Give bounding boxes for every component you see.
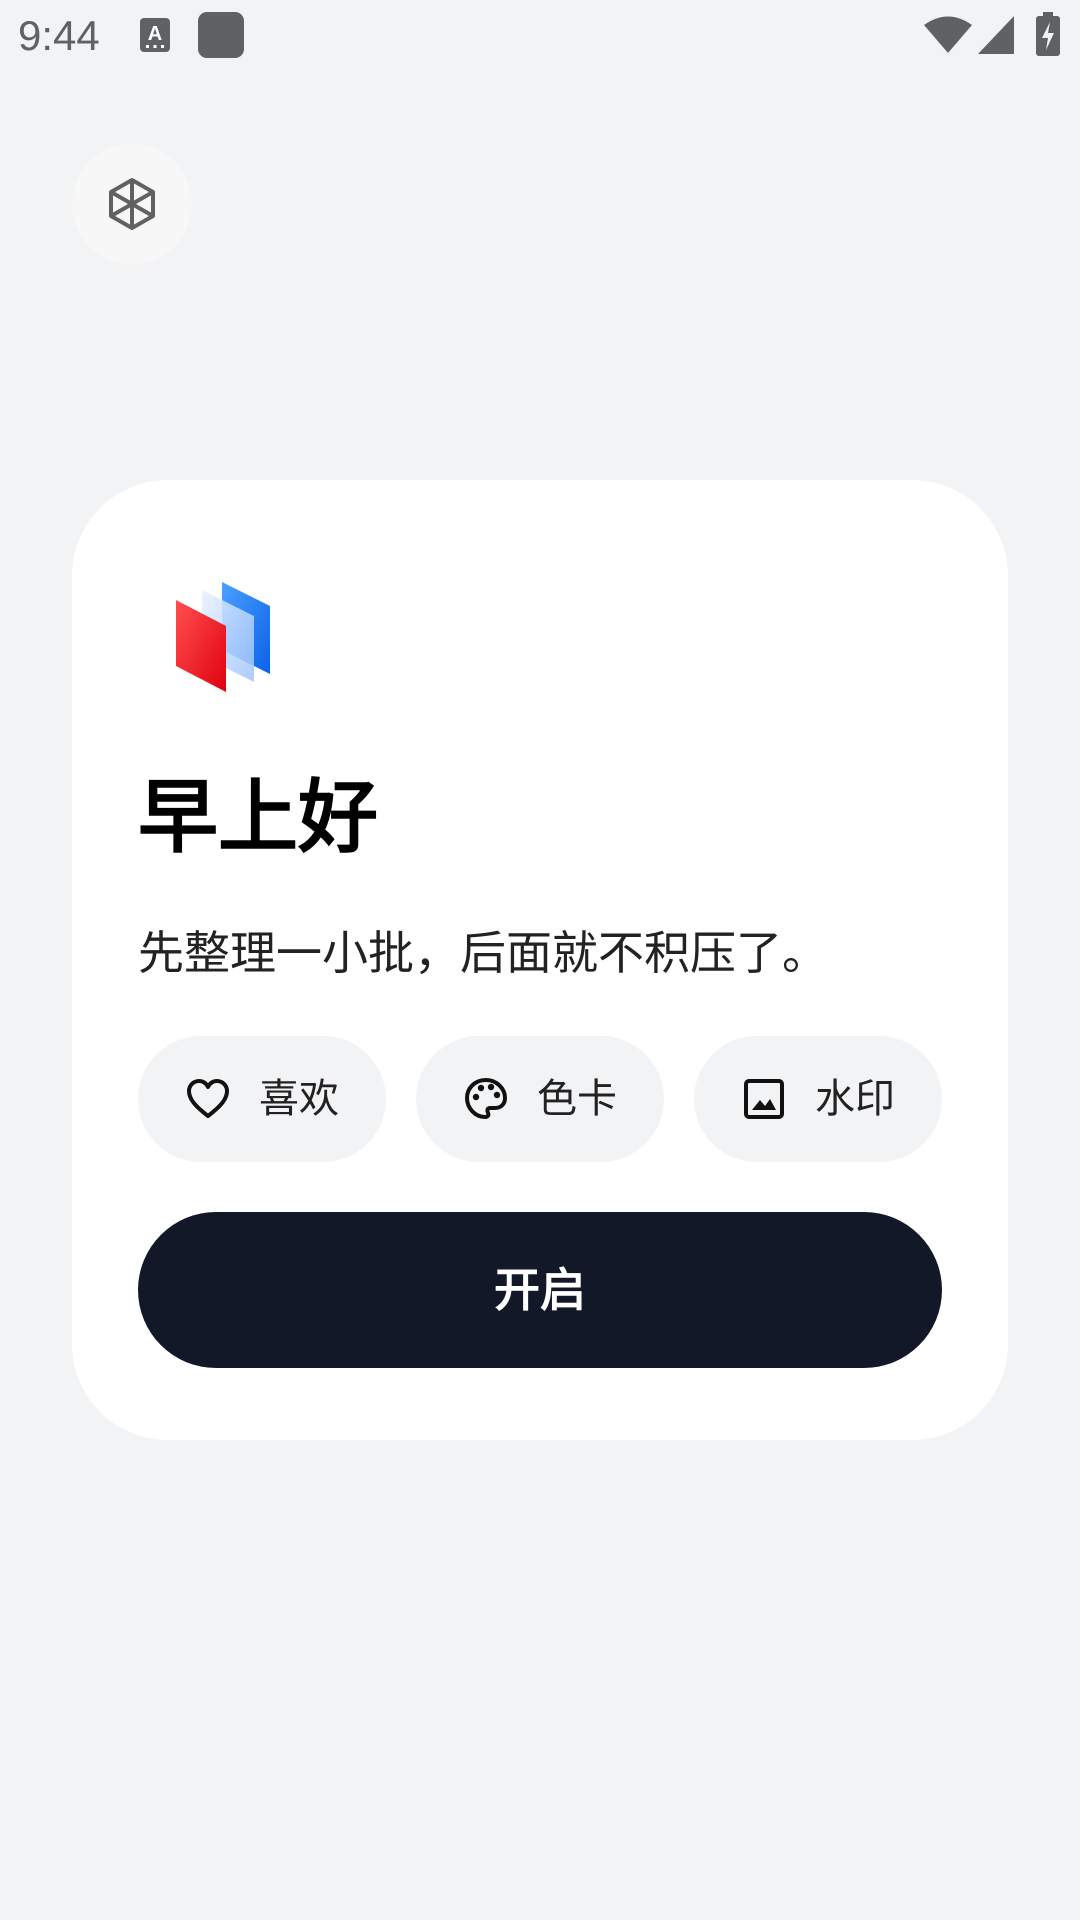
- signal-icon: [978, 16, 1014, 54]
- app-square-icon: [198, 12, 244, 58]
- status-bar: 9:44 A: [0, 0, 1080, 72]
- keyboard-a-icon: A: [140, 18, 170, 52]
- chip-color-card[interactable]: 色卡: [416, 1036, 664, 1162]
- start-button-label: 开启: [494, 1263, 586, 1317]
- battery-charging-icon: [1036, 12, 1060, 56]
- greeting-title: 早上好: [138, 771, 378, 864]
- feature-chips: 喜欢 色卡 水印: [138, 1036, 942, 1162]
- greeting-subtitle: 先整理一小批，后面就不积压了。: [138, 926, 828, 980]
- chip-watermark[interactable]: 水印: [694, 1036, 942, 1162]
- image-icon: [744, 1079, 784, 1119]
- svg-text:A: A: [148, 23, 162, 45]
- status-time: 9:44: [18, 12, 100, 59]
- chip-label: 色卡: [537, 1076, 617, 1122]
- chip-label: 喜欢: [259, 1076, 339, 1122]
- hexagon-cube-icon: [109, 178, 155, 230]
- layered-cards-logo: [176, 582, 270, 692]
- chip-label: 水印: [815, 1076, 895, 1122]
- welcome-card: 早上好 先整理一小批，后面就不积压了。 喜欢 色卡 水印 开启: [72, 480, 1008, 1440]
- heart-icon: [187, 1079, 229, 1118]
- wifi-icon: [924, 16, 972, 53]
- top-icon-button[interactable]: [72, 144, 192, 264]
- start-button[interactable]: 开启: [138, 1212, 942, 1368]
- chip-favorite[interactable]: 喜欢: [138, 1036, 386, 1162]
- palette-icon: [465, 1078, 507, 1119]
